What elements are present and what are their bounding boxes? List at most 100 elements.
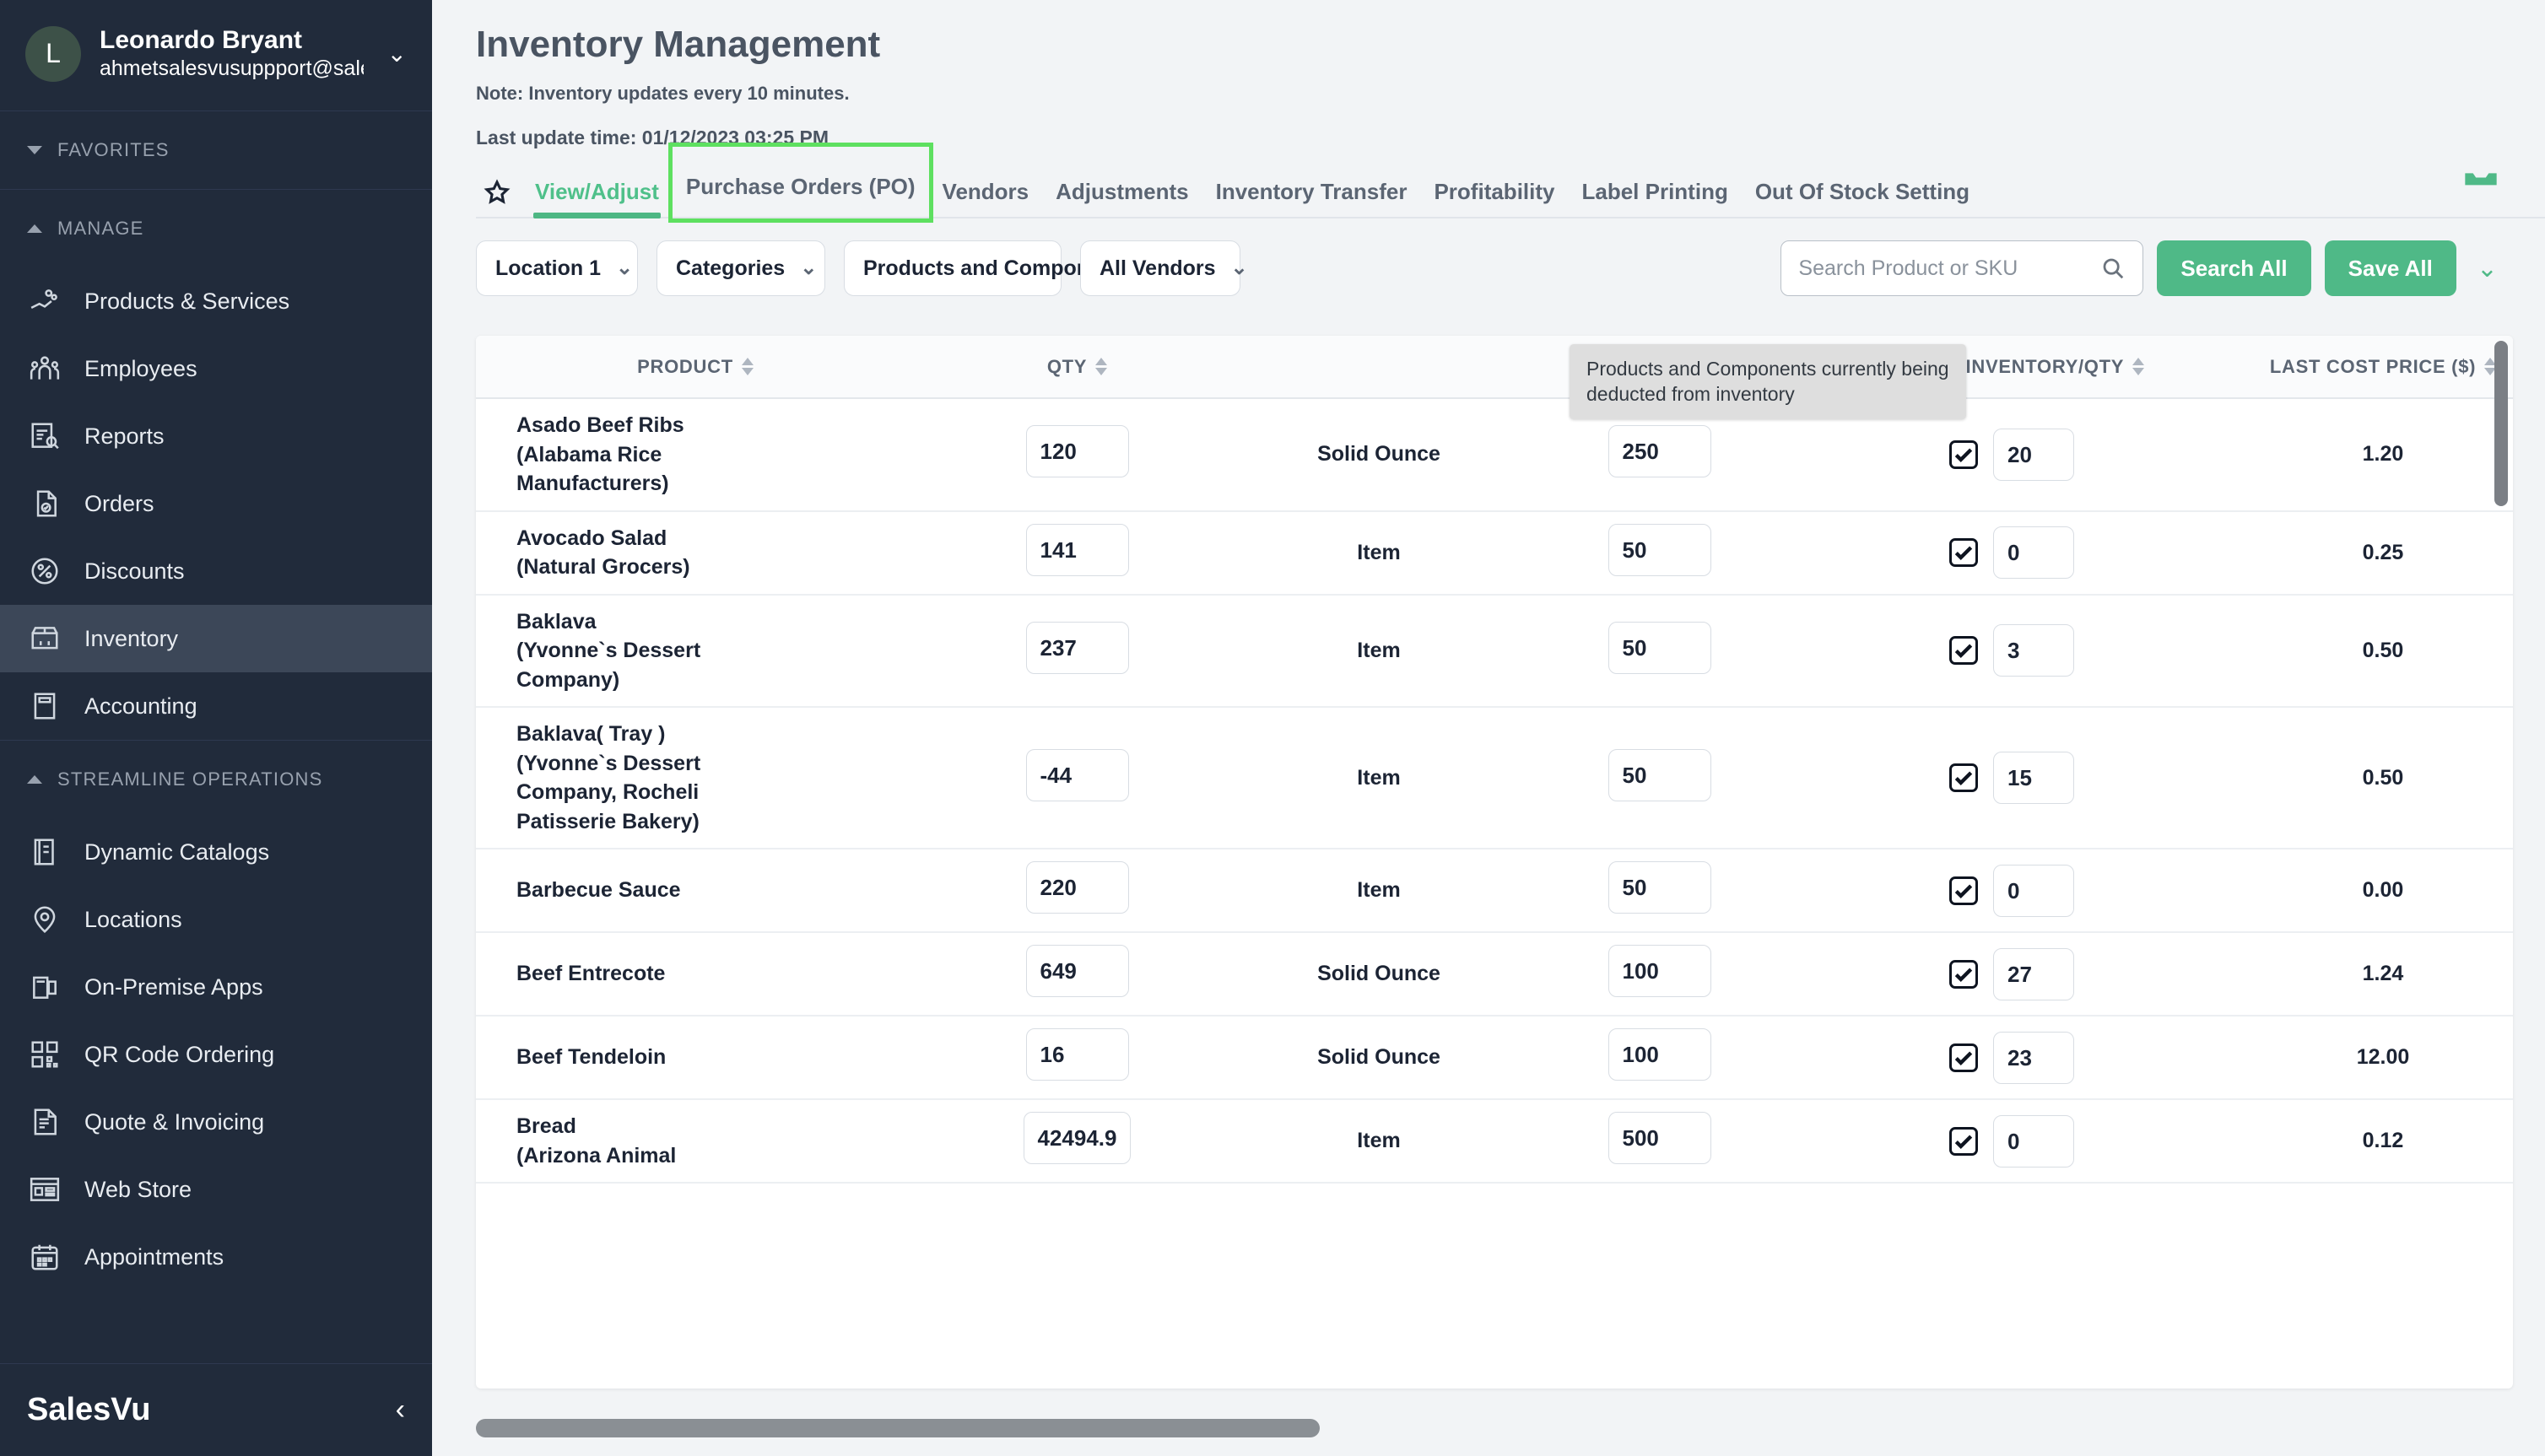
search-box[interactable] xyxy=(1780,240,2143,296)
products-components-select[interactable]: Products and Compone... ⌄ xyxy=(844,240,1062,296)
qty-input[interactable]: 16 xyxy=(1026,1028,1129,1081)
sidebar-item-discounts[interactable]: Discounts xyxy=(0,537,432,605)
deduct-qty-input[interactable]: 23 xyxy=(1993,1032,2074,1084)
cell-qty[interactable]: 220 xyxy=(915,849,1240,932)
sidebar-section-manage[interactable]: MANAGE xyxy=(0,190,432,267)
par-input[interactable]: 50 xyxy=(1608,749,1711,801)
column-header-unit[interactable] xyxy=(1240,336,1518,398)
deduct-checkbox[interactable] xyxy=(1949,440,1978,469)
qty-input[interactable]: 141 xyxy=(1026,524,1129,576)
deduct-checkbox[interactable] xyxy=(1949,876,1978,905)
par-input[interactable]: 100 xyxy=(1608,1028,1711,1081)
tab-vendors[interactable]: Vendors xyxy=(929,179,1043,217)
chevron-down-icon[interactable]: ⌄ xyxy=(382,40,407,67)
tab-profitability[interactable]: Profitability xyxy=(1420,179,1568,217)
table-row[interactable]: Beef Tendeloin 16 Solid Ounce 100 23 12.… xyxy=(476,1016,2513,1099)
column-header-last-cost-price[interactable]: LAST COST PRICE ($) xyxy=(2223,336,2513,398)
sidebar-item-reports[interactable]: Reports xyxy=(0,402,432,470)
cell-par[interactable]: 50 xyxy=(1518,849,1801,932)
par-input[interactable]: 100 xyxy=(1608,945,1711,997)
qty-input[interactable]: 220 xyxy=(1026,861,1129,914)
deduct-checkbox[interactable] xyxy=(1949,636,1978,665)
tab-out-of-stock-setting[interactable]: Out Of Stock Setting xyxy=(1742,179,1983,217)
deduct-qty-input[interactable]: 0 xyxy=(1993,526,2074,579)
deduct-qty-input[interactable]: 3 xyxy=(1993,624,2074,677)
cell-par[interactable]: 50 xyxy=(1518,707,1801,849)
table-row[interactable]: Baklava( Tray )(Yvonne`s DessertCompany,… xyxy=(476,707,2513,849)
tab-purchase-orders[interactable]: Purchase Orders (PO) xyxy=(673,147,929,218)
sidebar-item-employees[interactable]: Employees xyxy=(0,335,432,402)
sort-icon[interactable] xyxy=(742,358,754,375)
qty-input[interactable]: 42494.9 xyxy=(1024,1112,1132,1164)
chevron-down-icon[interactable]: ⌄ xyxy=(2470,254,2504,283)
deduct-checkbox[interactable] xyxy=(1949,538,1978,567)
sidebar-item-inventory[interactable]: Inventory xyxy=(0,605,432,672)
cell-qty[interactable]: 120 xyxy=(915,398,1240,511)
location-select[interactable]: Location 1 ⌄ xyxy=(476,240,638,296)
table-row[interactable]: Baklava(Yvonne`s DessertCompany) 237 Ite… xyxy=(476,595,2513,708)
sidebar-section-favorites[interactable]: FAVORITES xyxy=(0,111,432,189)
qty-input[interactable]: -44 xyxy=(1026,749,1129,801)
deduct-qty-input[interactable]: 0 xyxy=(1993,865,2074,917)
vertical-scrollbar[interactable] xyxy=(2494,341,2508,506)
search-input[interactable] xyxy=(1798,256,2092,281)
table-row[interactable]: Barbecue Sauce 220 Item 50 0 0.00 xyxy=(476,849,2513,932)
par-input[interactable]: 500 xyxy=(1608,1112,1711,1164)
cell-qty[interactable]: 649 xyxy=(915,932,1240,1016)
sidebar-item-on-premise-apps[interactable]: On-Premise Apps xyxy=(0,953,432,1021)
cell-qty[interactable]: 141 xyxy=(915,511,1240,595)
sidebar-item-dynamic-catalogs[interactable]: Dynamic Catalogs xyxy=(0,818,432,886)
deduct-checkbox[interactable] xyxy=(1949,763,1978,792)
qty-input[interactable]: 120 xyxy=(1026,425,1129,477)
cell-par[interactable]: 100 xyxy=(1518,932,1801,1016)
column-header-qty[interactable]: QTY xyxy=(915,336,1240,398)
tab-inventory-transfer[interactable]: Inventory Transfer xyxy=(1202,179,1421,217)
column-header-product[interactable]: PRODUCT xyxy=(476,336,915,398)
sidebar-item-web-store[interactable]: Web Store xyxy=(0,1156,432,1223)
sidebar-section-streamline-operations[interactable]: STREAMLINE OPERATIONS xyxy=(0,741,432,818)
par-input[interactable]: 250 xyxy=(1608,425,1711,477)
sidebar-item-products-services[interactable]: Products & Services xyxy=(0,267,432,335)
qty-input[interactable]: 649 xyxy=(1026,945,1129,997)
cell-par[interactable]: 100 xyxy=(1518,1016,1801,1099)
table-row[interactable]: Asado Beef Ribs(Alabama RiceManufacturer… xyxy=(476,398,2513,511)
download-icon[interactable] xyxy=(2457,148,2504,195)
chevron-left-icon[interactable]: ‹ xyxy=(396,1394,405,1426)
deduct-checkbox[interactable] xyxy=(1949,1043,1978,1072)
horizontal-scrollbar[interactable] xyxy=(476,1419,2545,1437)
deduct-qty-input[interactable]: 20 xyxy=(1993,429,2074,481)
horizontal-scrollbar-thumb[interactable] xyxy=(476,1419,1320,1437)
cell-qty[interactable]: 237 xyxy=(915,595,1240,708)
star-icon[interactable] xyxy=(483,178,511,207)
cell-par[interactable]: 500 xyxy=(1518,1099,1801,1183)
qty-input[interactable]: 237 xyxy=(1026,622,1129,674)
cell-par[interactable]: 50 xyxy=(1518,511,1801,595)
par-input[interactable]: 50 xyxy=(1608,622,1711,674)
sidebar-item-orders[interactable]: Orders xyxy=(0,470,432,537)
sidebar-item-accounting[interactable]: Accounting xyxy=(0,672,432,740)
cell-qty[interactable]: 16 xyxy=(915,1016,1240,1099)
tab-adjustments[interactable]: Adjustments xyxy=(1042,179,1202,217)
tab-view-adjust[interactable]: View/Adjust xyxy=(521,179,673,217)
user-profile[interactable]: L Leonardo Bryant ahmetsalesvusuppport@s… xyxy=(0,0,432,111)
sort-icon[interactable] xyxy=(2132,358,2144,375)
categories-select[interactable]: Categories ⌄ xyxy=(657,240,825,296)
par-input[interactable]: 50 xyxy=(1608,524,1711,576)
sidebar-item-quote-invoicing[interactable]: Quote & Invoicing xyxy=(0,1088,432,1156)
save-all-button[interactable]: Save All xyxy=(2325,240,2456,296)
par-input[interactable]: 50 xyxy=(1608,861,1711,914)
deduct-checkbox[interactable] xyxy=(1949,1127,1978,1156)
table-row[interactable]: Beef Entrecote 649 Solid Ounce 100 27 1.… xyxy=(476,932,2513,1016)
deduct-qty-input[interactable]: 15 xyxy=(1993,752,2074,804)
deduct-checkbox[interactable] xyxy=(1949,960,1978,989)
sidebar-item-qr-code-ordering[interactable]: QR Code Ordering xyxy=(0,1021,432,1088)
tab-label-printing[interactable]: Label Printing xyxy=(1568,179,1741,217)
search-icon[interactable] xyxy=(2100,256,2126,281)
cell-qty[interactable]: 42494.9 xyxy=(915,1099,1240,1183)
deduct-qty-input[interactable]: 27 xyxy=(1993,948,2074,1000)
sort-icon[interactable] xyxy=(1095,358,1107,375)
sidebar-item-appointments[interactable]: Appointments xyxy=(0,1223,432,1291)
search-all-button[interactable]: Search All xyxy=(2157,240,2310,296)
sidebar-item-locations[interactable]: Locations xyxy=(0,886,432,953)
vendors-select[interactable]: All Vendors ⌄ xyxy=(1080,240,1240,296)
